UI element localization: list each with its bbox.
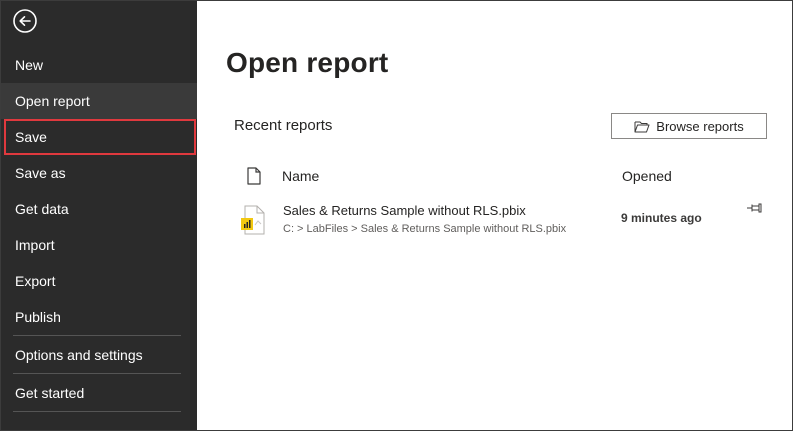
file-column-icon [247, 167, 261, 190]
browse-reports-button[interactable]: Browse reports [611, 113, 767, 139]
folder-open-icon [634, 121, 650, 132]
page-title: Open report [226, 47, 389, 78]
sidebar-item-import[interactable]: Import [1, 227, 197, 263]
sidebar-item-open-report[interactable]: Open report [1, 83, 197, 119]
column-header-opened[interactable]: Opened [622, 168, 672, 184]
back-arrow-icon [13, 9, 37, 33]
sidebar-item-options-and-settings[interactable]: Options and settings [1, 337, 197, 373]
pin-icon [747, 203, 762, 213]
sidebar-item-save[interactable]: Save [4, 119, 196, 155]
document-icon [247, 167, 261, 185]
sidebar-divider [13, 411, 181, 412]
pbix-file-icon [241, 205, 265, 240]
browse-reports-label: Browse reports [656, 118, 744, 134]
main-panel: Open report Recent reports Browse report… [197, 1, 792, 430]
backstage-window: New Open report Save Save as Get data Im… [0, 0, 793, 431]
pbix-file-icon [241, 205, 265, 235]
sidebar: New Open report Save Save as Get data Im… [1, 1, 197, 430]
report-name: Sales & Returns Sample without RLS.pbix [283, 203, 526, 218]
back-button[interactable] [12, 8, 38, 34]
pin-button[interactable] [746, 201, 764, 219]
section-title: Recent reports [234, 117, 333, 134]
report-path: C: > LabFiles > Sales & Returns Sample w… [283, 223, 567, 235]
column-header-name[interactable]: Name [282, 168, 319, 184]
sidebar-item-export[interactable]: Export [1, 263, 197, 299]
sidebar-item-get-data[interactable]: Get data [1, 191, 197, 227]
report-opened-time: 9 minutes ago [621, 211, 702, 225]
sidebar-item-get-started[interactable]: Get started [1, 375, 197, 411]
sidebar-item-new[interactable]: New [1, 47, 197, 83]
sidebar-item-publish[interactable]: Publish [1, 299, 197, 335]
sidebar-divider [13, 335, 181, 336]
sidebar-divider [13, 373, 181, 374]
sidebar-item-save-as[interactable]: Save as [1, 155, 197, 191]
